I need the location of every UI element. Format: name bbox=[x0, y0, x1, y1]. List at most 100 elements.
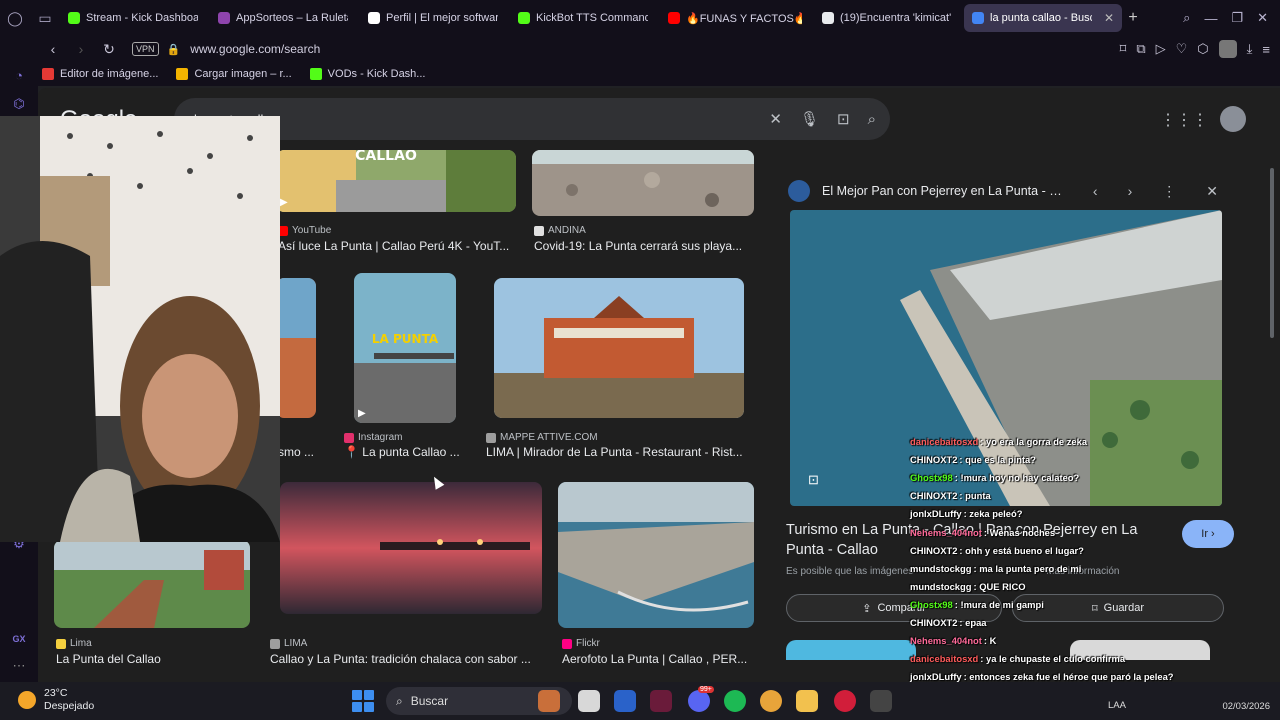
search-box[interactable]: la punta callao ✕ 🎙 ⊡ ⌕ bbox=[174, 98, 890, 140]
apps-grid-icon[interactable]: ⋮⋮⋮ bbox=[1160, 110, 1208, 130]
maximize-icon[interactable]: ❐ bbox=[1231, 10, 1243, 26]
new-tab-button[interactable]: + bbox=[1122, 9, 1144, 27]
chat-username[interactable]: jonlxDLuffy bbox=[910, 508, 962, 519]
url-field[interactable]: www.google.com/search bbox=[190, 42, 320, 56]
close-tab-icon[interactable]: ✕ bbox=[1104, 11, 1114, 25]
result-caption-0[interactable]: Así luce La Punta | Callao Perú 4K - You… bbox=[278, 239, 518, 253]
profile-avatar[interactable] bbox=[1218, 40, 1237, 58]
heart-icon[interactable]: ♡ bbox=[1176, 41, 1188, 57]
chat-username[interactable]: CHINOXT2 bbox=[910, 545, 957, 556]
aria-icon[interactable]: ◔ bbox=[11, 68, 27, 84]
chat-username[interactable]: Nehems_404not bbox=[910, 635, 982, 646]
preview-title[interactable]: El Mejor Pan con Pejerrey en La Punta - … bbox=[822, 184, 1062, 198]
taskbar-app-explorer[interactable] bbox=[578, 690, 600, 712]
browser-tab[interactable]: Stream - Kick Dashboard bbox=[60, 4, 206, 32]
prev-image-icon[interactable]: ‹ bbox=[1093, 183, 1098, 199]
more-options-icon[interactable]: ⋮ bbox=[1162, 183, 1176, 200]
close-preview-icon[interactable]: ✕ bbox=[1206, 183, 1218, 200]
tab-favicon bbox=[218, 12, 230, 24]
chat-username[interactable]: mundstockgg bbox=[910, 563, 971, 574]
download-icon[interactable]: ⤓ bbox=[1247, 41, 1253, 57]
result-caption-6[interactable]: Aerofoto La Punta | Callao , PER... bbox=[562, 652, 754, 666]
chat-username[interactable]: danicebaitosxd bbox=[910, 436, 978, 447]
taskbar-app-editor[interactable] bbox=[650, 690, 672, 712]
more-icon[interactable]: ⋯ bbox=[11, 658, 27, 674]
opera-menu-icon[interactable]: ◯ bbox=[0, 0, 30, 36]
gx-icon[interactable]: GX bbox=[11, 634, 27, 650]
browser-tab-bar: ◯ ▭ Stream - Kick Dashboard AppSorteos – … bbox=[0, 0, 1280, 36]
result-image-6[interactable] bbox=[558, 482, 754, 628]
browser-tab[interactable]: AppSorteos – La Ruleta bbox=[210, 4, 356, 32]
result-caption-4[interactable]: La Punta del Callao bbox=[56, 652, 252, 666]
easy-setup-icon[interactable]: ≡ bbox=[1262, 42, 1270, 57]
result-caption-5[interactable]: Callao y La Punta: tradición chalaca con… bbox=[270, 652, 536, 666]
forward-icon[interactable]: › bbox=[70, 41, 92, 57]
result-image-5[interactable] bbox=[280, 482, 542, 614]
chat-username[interactable]: Ghostx98 bbox=[910, 472, 953, 483]
chat-username[interactable]: CHINOXT2 bbox=[910, 490, 957, 501]
result-caption-7[interactable]: smo ... bbox=[278, 445, 318, 459]
result-image-4[interactable] bbox=[54, 540, 250, 628]
taskbar-app-obs[interactable] bbox=[870, 690, 892, 712]
chat-username[interactable]: Nehems_404not bbox=[910, 527, 982, 538]
taskbar-app-opera[interactable] bbox=[834, 690, 856, 712]
bookmark-favicon bbox=[42, 68, 54, 80]
result-image-3[interactable] bbox=[494, 278, 744, 418]
result-image-2[interactable]: LA PUNTA ▶ bbox=[354, 273, 456, 423]
back-icon[interactable]: ‹ bbox=[42, 41, 64, 57]
start-button[interactable] bbox=[352, 690, 374, 712]
taskbar-app-chrome[interactable] bbox=[760, 690, 782, 712]
browser-tab[interactable]: 🔥FUNAS Y FACTOS🔥 bbox=[660, 4, 810, 32]
page-scrollbar[interactable] bbox=[1270, 168, 1274, 338]
bookmark-item[interactable]: VODs - Kick Dash... bbox=[309, 68, 425, 80]
result-caption-3[interactable]: LIMA | Mirador de La Punta - Restaurant … bbox=[486, 445, 748, 459]
result-caption-1[interactable]: Covid-19: La Punta cerrará sus playa... bbox=[534, 239, 754, 253]
close-window-icon[interactable]: ✕ bbox=[1257, 10, 1268, 26]
browser-tab[interactable]: (19)Encuentra 'kimicat' bbox=[814, 4, 960, 32]
browser-tab[interactable]: la punta callao - Buscar co ✕ bbox=[964, 4, 1122, 32]
chat-text: entonces zeka fue el héroe que paró la p… bbox=[969, 671, 1174, 683]
taskbar-app-discord[interactable] bbox=[688, 690, 710, 712]
taskbar-app-outlook[interactable] bbox=[614, 690, 636, 712]
tab-overview-icon[interactable]: ▭ bbox=[30, 0, 60, 36]
result-image-0[interactable]: CALLAO ▶ bbox=[276, 150, 516, 212]
lens-icon[interactable]: ⊡ bbox=[837, 110, 850, 128]
workspace-icon[interactable]: ⌬ bbox=[11, 96, 27, 112]
result-caption-2[interactable]: 📍 La punta Callao ... bbox=[344, 445, 464, 459]
minimize-icon[interactable]: — bbox=[1204, 11, 1217, 26]
result-image-1[interactable] bbox=[532, 150, 754, 216]
bookmark-item[interactable]: Editor de imágene... bbox=[42, 68, 158, 80]
search-icon[interactable]: ⌕ bbox=[868, 111, 876, 128]
bookmark-item[interactable]: Cargar imagen – r... bbox=[176, 68, 292, 80]
account-avatar[interactable] bbox=[1220, 106, 1246, 132]
browser-tab[interactable]: Perfil | El mejor software bbox=[360, 4, 506, 32]
related-image-thumb[interactable] bbox=[786, 640, 916, 660]
chat-username[interactable]: Ghostx98 bbox=[910, 599, 953, 610]
vpn-badge[interactable]: VPN bbox=[132, 42, 159, 56]
chat-text: epaa bbox=[965, 617, 987, 628]
taskbar-app-folder[interactable] bbox=[796, 690, 818, 712]
system-clock[interactable]: 02/03/2026 bbox=[1222, 686, 1270, 714]
chat-username[interactable]: mundstockgg bbox=[910, 581, 971, 592]
chat-username[interactable]: jonlxDLuffy bbox=[910, 671, 962, 682]
weather-widget[interactable]: 23°C Despejado bbox=[18, 687, 94, 713]
clear-search-icon[interactable]: ✕ bbox=[769, 110, 782, 128]
chat-username[interactable]: CHINOXT2 bbox=[910, 617, 957, 628]
lens-search-icon[interactable]: ⊡ bbox=[808, 472, 819, 488]
taskbar-app-spotify[interactable] bbox=[724, 690, 746, 712]
search-tabs-icon[interactable]: ⌕ bbox=[1183, 10, 1190, 26]
next-image-icon[interactable]: › bbox=[1128, 183, 1133, 199]
language-indicator[interactable]: LAA bbox=[1108, 700, 1126, 711]
browser-tab[interactable]: KickBot TTS Commands bbox=[510, 4, 656, 32]
player-icon[interactable]: ▷ bbox=[1156, 41, 1166, 57]
chat-username[interactable]: CHINOXT2 bbox=[910, 454, 957, 465]
result-image-7[interactable] bbox=[276, 278, 316, 418]
lock-icon[interactable]: 🔒 bbox=[167, 43, 181, 56]
chat-username[interactable]: danicebaitosxd bbox=[910, 653, 978, 664]
bookmark-page-icon[interactable]: ⌑ bbox=[1120, 41, 1127, 57]
extensions-icon[interactable]: ⬡ bbox=[1197, 41, 1208, 57]
voice-search-icon[interactable]: 🎙 bbox=[800, 110, 819, 128]
taskbar-app-photos[interactable] bbox=[538, 690, 560, 712]
reload-icon[interactable]: ↻ bbox=[98, 41, 120, 58]
snapshot-icon[interactable]: ⧉ bbox=[1136, 41, 1145, 57]
